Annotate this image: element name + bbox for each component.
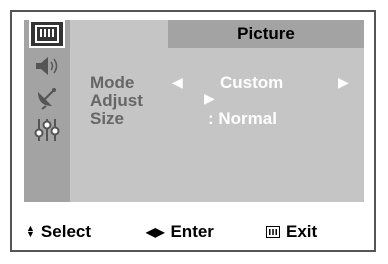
mode-label[interactable]: Mode: [90, 74, 134, 91]
footer-enter: ◀▶ Enter: [146, 222, 214, 242]
exit-label: Exit: [286, 222, 318, 241]
mode-value: Custom: [220, 73, 284, 92]
satellite-dish-icon: [38, 88, 56, 110]
size-label[interactable]: Size: [90, 110, 124, 127]
adjust-label[interactable]: Adjust: [90, 92, 143, 109]
sidebar-item-setup[interactable]: [29, 116, 65, 144]
menu-panel: Picture Mode ◀ Custom ▶ Adjust ▶ Size : …: [24, 20, 364, 202]
footer-exit: Exit: [266, 222, 317, 242]
speaker-icon: [36, 57, 58, 75]
mode-left-arrow-icon[interactable]: ◀: [172, 74, 183, 91]
select-label: Select: [40, 222, 92, 241]
sidebar-item-empty: [29, 148, 65, 176]
adjust-arrow-icon[interactable]: ▶: [204, 90, 215, 107]
footer-help-bar: ▲ ▼ Select ◀▶ Enter Exit: [12, 208, 374, 248]
page-title: Picture: [237, 24, 295, 43]
size-value: : Normal: [208, 109, 277, 128]
menu-icon: [266, 226, 280, 238]
sidebar-item-channel[interactable]: [29, 84, 65, 112]
menu-title-bar: Picture: [168, 20, 364, 48]
picture-menu-icon: [35, 25, 59, 43]
left-right-arrows-icon: ◀▶: [146, 225, 165, 239]
enter-label: Enter: [170, 222, 214, 241]
up-down-arrows-icon: ▲ ▼: [26, 222, 35, 239]
tv-osd-window: Picture Mode ◀ Custom ▶ Adjust ▶ Size : …: [10, 10, 376, 252]
footer-select: ▲ ▼ Select: [26, 222, 91, 242]
sliders-icon: [34, 119, 60, 141]
mode-right-arrow-icon[interactable]: ▶: [338, 74, 349, 91]
sidebar-item-sound[interactable]: [29, 52, 65, 80]
sidebar-item-picture[interactable]: [29, 20, 65, 48]
menu-sidebar: [24, 20, 70, 202]
